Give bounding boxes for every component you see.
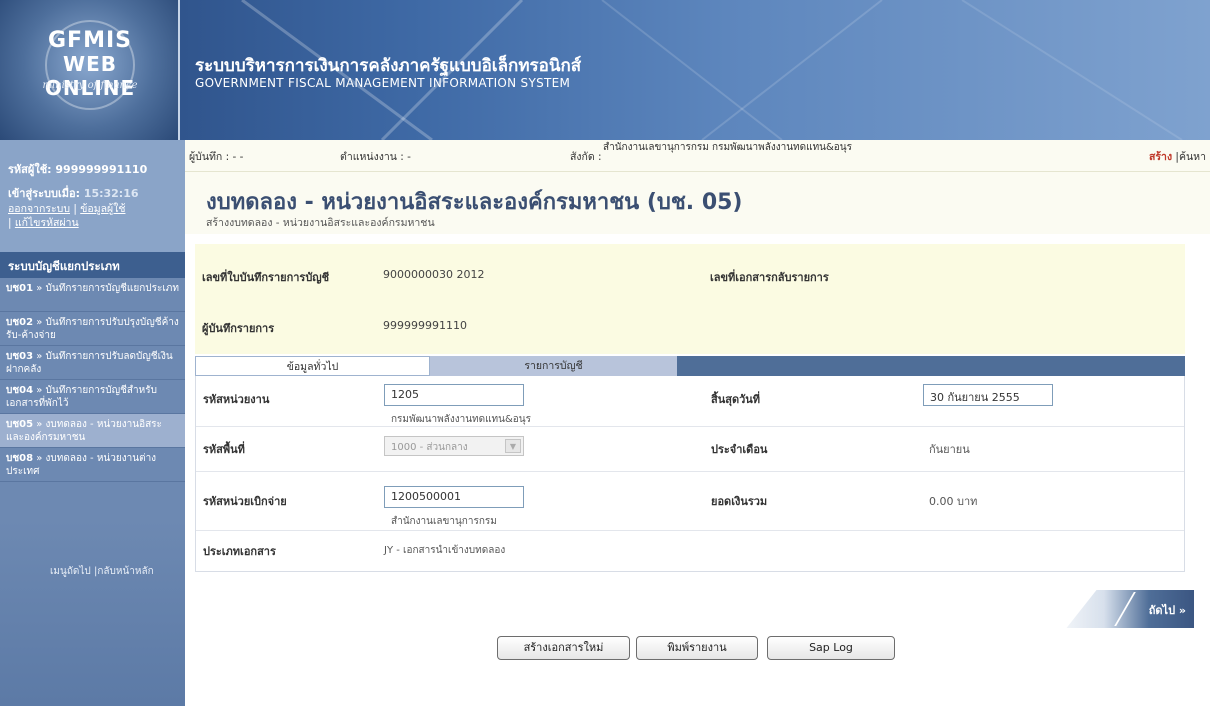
disbursement-unit-label: รหัสหน่วยเบิกจ่าย <box>203 495 287 508</box>
area-code-select[interactable]: 1000 - ส่วนกลาง ▼ <box>384 436 524 456</box>
menu-item-bch05[interactable]: บช05 » งบทดลอง - หน่วยงานอิสระและองค์กรม… <box>0 414 185 448</box>
search-link[interactable]: ค้นหา <box>1179 151 1206 163</box>
menu-item-code: บช01 <box>6 283 34 294</box>
sidebar-background <box>0 520 185 706</box>
logout-link[interactable]: ออกจากระบบ <box>8 203 70 215</box>
system-title-english: GOVERNMENT FISCAL MANAGEMENT INFORMATION… <box>195 76 571 90</box>
login-time-label: เข้าสู่ระบบเมื่อ: <box>8 187 84 200</box>
menu-item-code: บช08 <box>6 453 34 464</box>
system-title-thai: ระบบบริหารการเงินการคลังภาครัฐแบบอิเล็กท… <box>195 56 582 76</box>
menu-item-code: บช05 <box>6 419 34 430</box>
recorder-info: ผู้บันทึก : - - <box>189 151 244 163</box>
menu-item-label: » บันทึกรายการบัญชีแยกประเภท <box>33 283 179 294</box>
document-type-label: ประเภทเอกสาร <box>203 545 276 558</box>
login-time-value: 15:32:16 <box>83 187 139 200</box>
app-header: GFMIS WEB ONLINE ministry of finance ระบ… <box>0 0 1210 140</box>
change-password-link[interactable]: แก้ไขรหัสผ่าน <box>15 217 79 229</box>
document-header: เลขที่ใบบันทึกรายการบัญชี 9000000030 201… <box>195 244 1185 354</box>
left-sidebar: รหัสผู้ใช้: 999999991110 เข้าสู่ระบบเมื่… <box>0 140 185 706</box>
user-id: รหัสผู้ใช้: 999999991110 <box>8 163 148 176</box>
sap-log-button[interactable]: Sap Log <box>767 636 895 660</box>
menu-title: ระบบบัญชีแยกประเภท <box>0 252 185 278</box>
logo-text-web-online: WEB ONLINE <box>44 52 136 100</box>
area-code-value: 1000 - ส่วนกลาง <box>391 442 468 453</box>
menu-item-bch08[interactable]: บช08 » งบทดลอง - หน่วยงานต่างประเทศ <box>0 448 185 482</box>
agency-code-label: รหัสหน่วยงาน <box>203 393 270 406</box>
tab-bar: ข้อมูลทั่วไป รายการบัญชี <box>195 356 1185 376</box>
month-value: กันยายน <box>929 443 970 456</box>
menu-item-code: บช02 <box>6 317 34 328</box>
disbursement-unit-name: สำนักงานเลขานุการกรม <box>391 516 497 527</box>
general-info-form: รหัสหน่วยงาน 1205 กรมพัฒนาพลังงานทดแทน&อ… <box>195 376 1185 572</box>
month-label: ประจำเดือน <box>711 443 768 456</box>
tab-account-items[interactable]: รายการบัญชี <box>430 356 677 376</box>
department-label: สังกัด : <box>570 151 602 163</box>
total-amount-label: ยอดเงินรวม <box>711 495 768 508</box>
login-time: เข้าสู่ระบบเมื่อ: 15:32:16 <box>8 184 139 202</box>
menu-item-code: บช04 <box>6 385 34 396</box>
chevron-down-icon: ▼ <box>505 439 521 453</box>
agency-name: กรมพัฒนาพลังงานทดแทน&อนุร <box>391 414 531 425</box>
doc-number-value: 9000000030 2012 <box>383 268 485 281</box>
end-date-label: สิ้นสุดวันที่ <box>711 393 761 406</box>
next-button-label: ถัดไป » <box>1148 604 1186 617</box>
menu-item-bch02[interactable]: บช02 » บันทึกรายการปรับปรุงบัญชีค้างรับ-… <box>0 312 185 346</box>
recorder-label: ผู้บันทึกรายการ <box>202 322 275 335</box>
info-bar: ผู้บันทึก : - - ตำแหน่งงาน : - สังกัด : … <box>185 140 1210 172</box>
logo-text-gfmis: GFMIS <box>47 28 132 53</box>
create-link[interactable]: สร้าง <box>1149 151 1172 163</box>
next-menu-link[interactable]: เมนูถัดไป <box>50 566 91 577</box>
user-links: ออกจากระบบ | ข้อมูลผู้ใช้ | แก้ไขรหัสผ่า… <box>8 203 126 229</box>
row-divider <box>196 530 1184 531</box>
logo-text-ministry: ministry of finance <box>42 80 138 91</box>
new-document-button[interactable]: สร้างเอกสารใหม่ <box>497 636 630 660</box>
department-value: สำนักงานเลขานุการกรม กรมพัฒนาพลังงานทดแท… <box>603 142 853 153</box>
document-type-value: JY - เอกสารนำเข้างบทดลอง <box>384 545 506 556</box>
menu-item-code: บช03 <box>6 351 34 362</box>
recorder-value: 999999991110 <box>383 319 467 332</box>
user-panel: รหัสผู้ใช้: 999999991110 เข้าสู่ระบบเมื่… <box>0 140 185 252</box>
menu-item-bch03[interactable]: บช03 » บันทึกรายการปรับลดบัญชีเงินฝากคลั… <box>0 346 185 380</box>
reverse-doc-label: เลขที่เอกสารกลับรายการ <box>710 271 829 284</box>
home-link[interactable]: กลับหน้าหลัก <box>97 566 153 577</box>
area-code-label: รหัสพื้นที่ <box>203 443 245 456</box>
menu-item-bch01[interactable]: บช01 » บันทึกรายการบัญชีแยกประเภท <box>0 278 185 312</box>
row-divider <box>196 426 1184 427</box>
disbursement-unit-input[interactable]: 1200500001 <box>384 486 524 508</box>
gfmis-logo: GFMIS WEB ONLINE ministry of finance <box>0 0 180 140</box>
position-info: ตำแหน่งงาน : - <box>340 151 411 163</box>
next-button[interactable]: ถัดไป » <box>1044 590 1194 628</box>
end-date-input[interactable]: 30 กันยายน 2555 <box>923 384 1053 406</box>
agency-code-input[interactable]: 1205 <box>384 384 524 406</box>
sidebar-nav: เมนูถัดไป |กลับหน้าหลัก <box>50 566 154 577</box>
title-area: งบทดลอง - หน่วยงานอิสระและองค์กรมหาชน (บ… <box>185 172 1210 234</box>
tab-general-info[interactable]: ข้อมูลทั่วไป <box>195 356 430 376</box>
page-subtitle: สร้างงบทดลอง - หน่วยงานอิสระและองค์กรมหา… <box>206 217 435 229</box>
top-actions: สร้าง |ค้นหา <box>1149 151 1206 163</box>
doc-number-label: เลขที่ใบบันทึกรายการบัญชี <box>202 271 330 284</box>
row-divider <box>196 471 1184 472</box>
user-info-link[interactable]: ข้อมูลผู้ใช้ <box>80 203 125 215</box>
print-report-button[interactable]: พิมพ์รายงาน <box>636 636 758 660</box>
total-amount-value: 0.00 บาท <box>929 495 978 508</box>
menu-item-bch04[interactable]: บช04 » บันทึกรายการบัญชีสำหรับเอกสารที่พ… <box>0 380 185 414</box>
